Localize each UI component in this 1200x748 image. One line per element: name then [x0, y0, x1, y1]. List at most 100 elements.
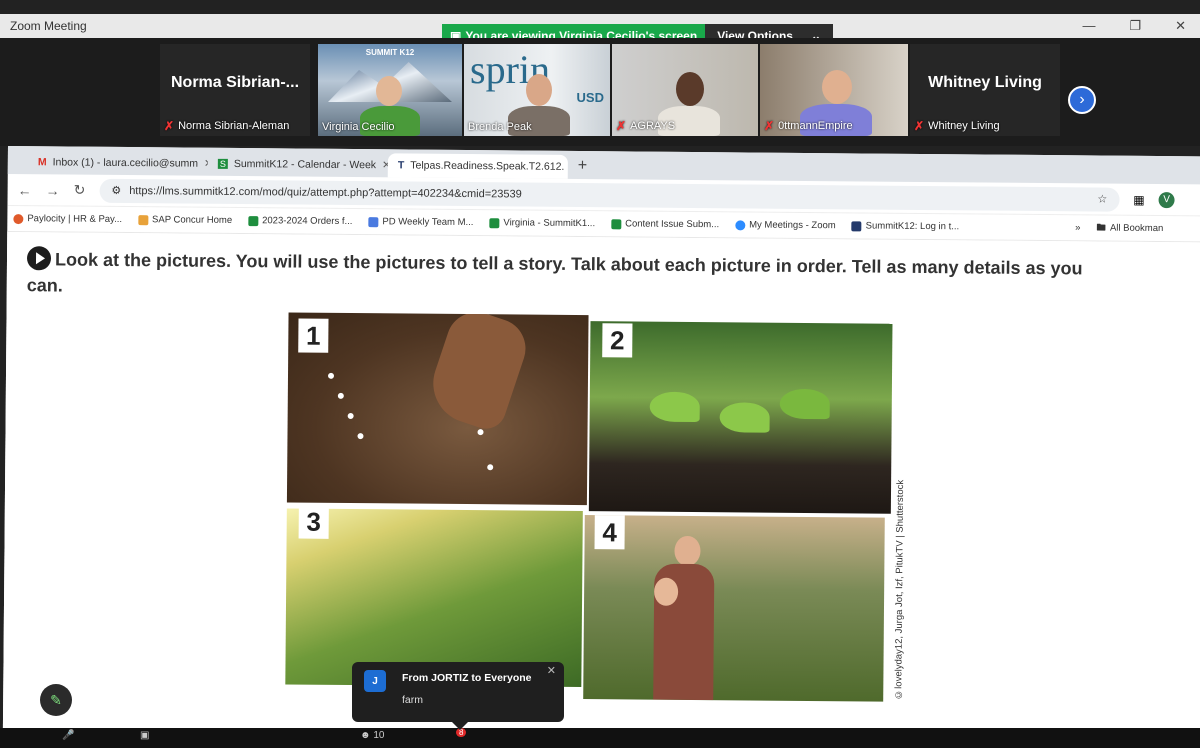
minimize-icon[interactable]: —: [1082, 18, 1095, 34]
question-instruction: Look at the pictures. You will use the p…: [27, 246, 1107, 307]
window-title: Zoom Meeting: [10, 19, 87, 33]
participant-name-large: Norma Sibrian-...: [170, 74, 300, 91]
picture-number: 2: [602, 323, 633, 358]
participant-label: Whitney Living: [928, 120, 1000, 132]
picture-number: 1: [298, 318, 329, 353]
bookmark-item[interactable]: Content Issue Subm...: [611, 218, 719, 230]
tab-inbox[interactable]: M Inbox (1) - laura.cecilio@summ ✕: [28, 150, 208, 176]
participants-count: 10: [373, 730, 385, 741]
bookmark-label: Virginia - SummitK1...: [503, 217, 596, 230]
chat-message: farm: [402, 694, 423, 706]
bookmark-item[interactable]: Virginia - SummitK1...: [489, 217, 595, 229]
sender-avatar: J: [364, 670, 386, 692]
chat-notification[interactable]: J From JORTIZ to Everyone farm ✕: [352, 662, 564, 730]
annotate-pencil-icon[interactable]: ✎: [40, 684, 72, 716]
summitk12-icon: [851, 220, 862, 231]
close-icon[interactable]: ✕: [1175, 18, 1186, 34]
picture-number: 3: [298, 504, 329, 539]
docs-icon: [368, 216, 379, 227]
tab-label: SummitK12 - Calendar - Week: [233, 157, 377, 172]
summitk12-icon: T: [397, 159, 405, 172]
participant-label: AGRAYS: [630, 120, 676, 132]
instruction-text: Look at the pictures. You will use the p…: [26, 249, 1083, 296]
mic-muted-icon: ✗: [764, 119, 775, 133]
new-tab-button[interactable]: +: [568, 157, 598, 179]
more-bookmarks-icon[interactable]: »: [1075, 222, 1080, 233]
picture-sprouts-watering: [588, 321, 893, 514]
participant-video[interactable]: ✗ AGRAYS: [612, 44, 758, 136]
seeds-shape: [327, 372, 335, 379]
sheets-icon: [611, 218, 622, 229]
chevron-right-icon: ›: [1079, 91, 1085, 108]
mute-icon[interactable]: 🎤: [62, 730, 74, 741]
site-info-icon[interactable]: ⚙: [111, 184, 121, 197]
star-icon[interactable]: ☆: [1097, 193, 1107, 206]
participant-name-large: Whitney Living: [928, 74, 1042, 91]
mic-muted-icon: ✗: [616, 119, 627, 133]
all-bookmarks-button[interactable]: 🖿 All Bookman: [1096, 220, 1163, 237]
participant-label: Brenda Peak: [468, 121, 532, 133]
quiz-page: Look at the pictures. You will use the p…: [2, 231, 1200, 748]
tab-quiz[interactable]: T Telpas.Readiness.Speak.T2.612. ✕: [387, 153, 568, 179]
bookmark-item[interactable]: Paylocity | HR & Pay...: [13, 213, 122, 225]
bookmark-icon: [138, 214, 149, 225]
bookmark-item[interactable]: SummitK12: Log in t...: [851, 220, 959, 232]
video-overlay-text: SUMMIT K12: [365, 48, 415, 57]
play-audio-icon[interactable]: [26, 246, 52, 271]
bookmark-label: 2023-2024 Orders f...: [262, 215, 353, 228]
reload-icon[interactable]: ↻: [74, 182, 86, 199]
bookmark-label: Paylocity | HR & Pay...: [27, 213, 123, 225]
next-page-button[interactable]: ›: [1068, 86, 1096, 114]
bookmark-label: Content Issue Subm...: [625, 218, 720, 231]
zoom-icon: [735, 219, 746, 230]
bookmark-label: SAP Concur Home: [152, 214, 233, 226]
participant-video[interactable]: sprin USD Brenda Peak: [464, 44, 610, 136]
picture-planting-seeds: [286, 312, 589, 506]
tab-calendar[interactable]: S SummitK12 - Calendar - Week ✕: [208, 152, 388, 178]
participant-video[interactable]: ✗ 0ttmannEmpire: [760, 44, 908, 136]
participant-tile[interactable]: Whitney Living ✗ Whitney Living: [910, 44, 1060, 136]
image-credit: ©lovelyday12, Jurga Jot, Izf, PitukTV | …: [893, 479, 907, 700]
participant-tile[interactable]: Norma Sibrian-... ✗ Norma Sibrian-Aleman: [160, 44, 310, 136]
mic-muted-icon: ✗: [164, 119, 175, 133]
participant-label: Norma Sibrian-Aleman: [178, 120, 290, 132]
bookmark-label: PD Weekly Team M...: [382, 216, 474, 229]
picture-children-greenhouse: [583, 515, 885, 702]
participants-icon: ☻: [360, 730, 371, 741]
address-bar[interactable]: ⚙ https://lms.summitk12.com/mod/quiz/att…: [99, 178, 1120, 212]
hand-shape: [422, 312, 534, 434]
person-head: [376, 76, 402, 106]
participant-gallery: Norma Sibrian-... ✗ Norma Sibrian-Aleman …: [0, 38, 1200, 146]
zoom-toolbar: 🎤 ▣ ☻ 10 8: [0, 728, 1200, 748]
video-overlay-text-2: USD: [576, 90, 604, 105]
bookmark-label: My Meetings - Zoom: [749, 219, 836, 232]
participant-video[interactable]: SUMMIT K12 Virginia Cecilio: [318, 44, 462, 136]
bookmark-item[interactable]: PD Weekly Team M...: [368, 216, 473, 228]
back-arrow-icon[interactable]: ←: [18, 182, 32, 198]
person-head: [676, 72, 704, 106]
restore-icon[interactable]: ❐: [1129, 18, 1141, 34]
url-text: https://lms.summitk12.com/mod/quiz/attem…: [129, 184, 522, 200]
picture-green-field: [285, 508, 583, 688]
tab-label: Telpas.Readiness.Speak.T2.612.: [410, 159, 565, 173]
sheets-icon: [248, 215, 259, 226]
bookmark-item[interactable]: My Meetings - Zoom: [735, 219, 836, 231]
extensions-icon[interactable]: ▦: [1133, 192, 1144, 206]
forward-arrow-icon[interactable]: →: [46, 182, 60, 198]
video-off-icon[interactable]: ▣: [140, 730, 149, 741]
person-head: [822, 70, 852, 104]
participants-button[interactable]: ☻ 10: [360, 730, 384, 741]
close-icon[interactable]: ✕: [547, 664, 556, 677]
picture-number: 4: [594, 515, 625, 550]
chat-sender: From JORTIZ to Everyone: [402, 672, 532, 684]
child-head: [654, 577, 679, 606]
bookmark-item[interactable]: SAP Concur Home: [138, 214, 232, 226]
sprout-leaves: [649, 391, 700, 423]
picture-grid: 1 2 3 4: [285, 312, 894, 702]
profile-avatar[interactable]: V: [1158, 191, 1175, 208]
bookmark-item[interactable]: 2023-2024 Orders f...: [248, 215, 352, 227]
all-bookmarks-label: All Bookman: [1109, 222, 1164, 235]
shared-browser-window: M Inbox (1) - laura.cecilio@summ ✕ S Sum…: [2, 146, 1200, 748]
zoom-window: Zoom Meeting — ❐ ✕ ▣ You are viewing Vir…: [0, 0, 1200, 748]
gmail-icon: M: [37, 156, 47, 169]
